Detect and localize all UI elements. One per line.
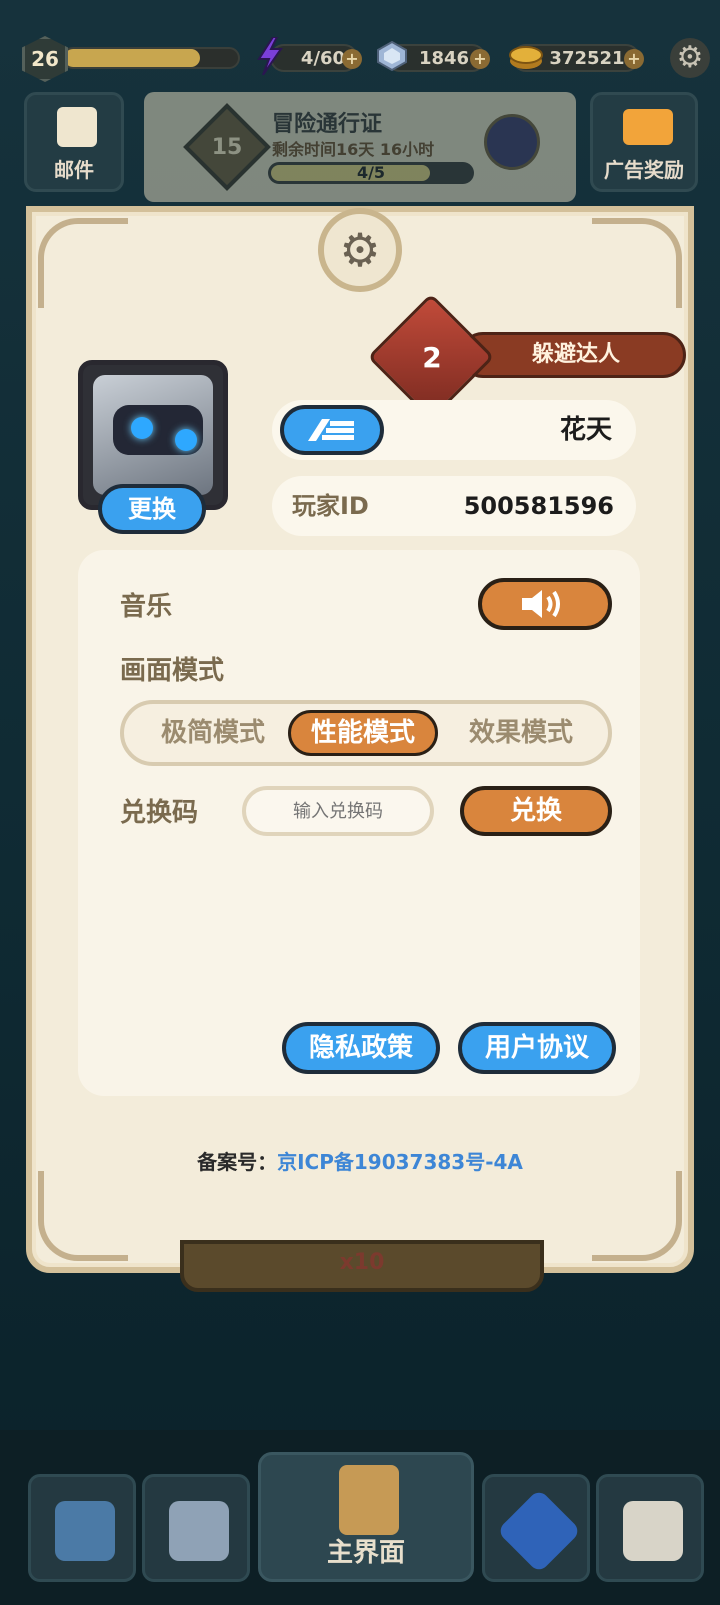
tv-icon (623, 109, 673, 145)
nav-hall-button[interactable] (596, 1474, 704, 1582)
pass-reward-icon (484, 114, 540, 170)
player-level-badge: 26 (22, 36, 68, 82)
settings-panel: 音乐 画面模式 极简模式 性能模式 效果模式 兑换码 兑换 隐私政策 用户协议 (78, 550, 640, 1096)
summon-cost-value: x10 (339, 1250, 385, 1275)
hall-building-icon (623, 1501, 683, 1561)
edit-name-button[interactable] (280, 405, 384, 455)
player-name: 花天 (559, 415, 612, 445)
icp-record: 备案号：京ICP备19037383号-4A (32, 1146, 688, 1175)
icp-number-link[interactable]: 京ICP备19037383号-4A (277, 1150, 523, 1174)
gem-icon (372, 36, 412, 76)
player-title-badge[interactable]: 2 躲避达人 (367, 293, 686, 421)
armor-icon (339, 1465, 399, 1535)
user-agreement-button[interactable]: 用户协议 (458, 1022, 616, 1074)
edit-pencil-icon (308, 419, 354, 441)
pass-progress-text: 4/5 (356, 163, 386, 182)
player-id-label: 玩家ID (292, 492, 369, 520)
nav-weapon-button[interactable] (142, 1474, 250, 1582)
speaker-icon (522, 590, 560, 618)
ad-reward-label: 广告奖励 (604, 158, 684, 182)
corner-ornament (38, 218, 128, 308)
nav-map-button[interactable] (482, 1474, 590, 1582)
mode-minimal-option[interactable]: 极简模式 (138, 710, 288, 756)
change-avatar-button[interactable]: 更换 (98, 484, 206, 534)
lightning-icon (250, 36, 290, 76)
corner-ornament (38, 1171, 128, 1261)
add-gems-button[interactable]: + (470, 49, 490, 69)
avatar-eye (131, 417, 153, 439)
add-energy-button[interactable]: + (342, 49, 362, 69)
redeem-button[interactable]: 兑换 (460, 786, 612, 836)
ad-reward-button[interactable]: 广告奖励 (590, 92, 698, 192)
adventure-pass-banner[interactable]: 15 冒险通行证 剩余时间16天 16小时 4/5 (144, 92, 576, 202)
pass-title: 冒险通行证 (272, 112, 383, 137)
avatar-eye (175, 429, 197, 451)
pass-level: 15 (211, 134, 243, 160)
player-name-row: 花天 (272, 400, 636, 460)
settings-dialog: ⚙ 2 躲避达人 更换 花天 玩家ID 500581596 音乐 画面模式 极简… (26, 206, 694, 1273)
mode-effects-option[interactable]: 效果模式 (446, 710, 596, 756)
display-mode-label: 画面模式 (120, 656, 225, 686)
title-badge-text: 躲避达人 (531, 342, 620, 367)
corner-ornament (592, 218, 682, 308)
mode-performance-option[interactable]: 性能模式 (288, 710, 438, 756)
music-toggle-button[interactable] (478, 578, 612, 630)
pass-remaining-time: 剩余时间16天 16小时 (272, 140, 435, 159)
music-label: 音乐 (120, 592, 173, 622)
redeem-code-input[interactable] (242, 786, 434, 836)
coin-icon (506, 36, 546, 76)
mail-icon (57, 107, 97, 147)
gems-value: 1846 (418, 47, 470, 69)
display-mode-selector: 极简模式 性能模式 效果模式 (120, 700, 612, 766)
title-badge-number: 2 (422, 341, 442, 374)
icp-label: 备案号： (197, 1150, 278, 1174)
mail-button[interactable]: 邮件 (24, 92, 124, 192)
settings-gear-icon: ⚙ (318, 208, 402, 292)
add-coins-button[interactable]: + (624, 49, 644, 69)
nav-main-button[interactable]: 主界面 (258, 1452, 474, 1582)
chest-icon (55, 1501, 115, 1561)
summon-cost-button[interactable]: x10 (180, 1240, 544, 1292)
map-icon (496, 1488, 582, 1574)
corner-ornament (592, 1171, 682, 1261)
xp-bar-fill (64, 49, 200, 67)
top-resource-bar: 26 4/60 + 1846 + 372521 + ⚙ (0, 30, 720, 86)
player-id-row: 玩家ID 500581596 (272, 476, 636, 536)
nav-main-label: 主界面 (326, 1538, 405, 1568)
settings-gear-icon[interactable]: ⚙ (670, 38, 710, 78)
redeem-code-label: 兑换码 (120, 798, 199, 828)
nav-chest-button[interactable] (28, 1474, 136, 1582)
player-id-value[interactable]: 500581596 (464, 476, 614, 536)
mail-label: 邮件 (54, 158, 94, 182)
energy-value: 4/60 (300, 47, 346, 69)
sword-shield-icon (169, 1501, 229, 1561)
privacy-policy-button[interactable]: 隐私政策 (282, 1022, 440, 1074)
xp-bar (62, 47, 240, 69)
